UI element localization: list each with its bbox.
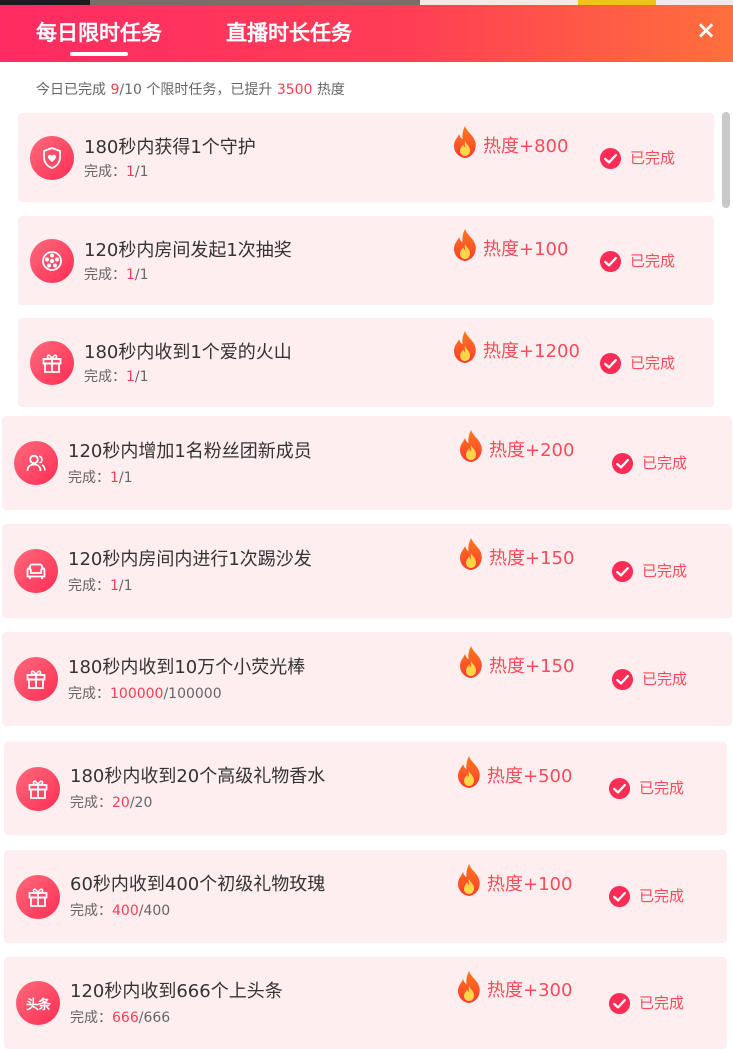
task-reward: 热度+500: [487, 766, 573, 787]
task-reward: 热度+800: [483, 136, 569, 157]
task-status: 已完成: [639, 994, 685, 1012]
progress-current: 400: [112, 903, 139, 919]
progress-total: /1: [118, 578, 133, 594]
flame-icon: [454, 863, 484, 897]
task-reward: 热度+100: [487, 874, 573, 895]
gift-icon: [30, 341, 74, 385]
task-title: 120秒内收到666个上头条: [70, 981, 283, 1002]
task-title: 120秒内房间发起1次抽奖: [84, 240, 292, 261]
task-status: 已完成: [642, 454, 688, 472]
check-circle-icon: [599, 250, 622, 273]
progress-current: 1: [126, 164, 135, 180]
task-title: 180秒内收到1个爱的火山: [84, 342, 292, 363]
task-status: 已完成: [639, 779, 685, 797]
progress-total: /100000: [163, 686, 222, 702]
progress-current: 1: [110, 470, 119, 486]
task-status: 已完成: [642, 562, 688, 580]
progress-current: 1: [126, 369, 135, 385]
progress-current: 1: [110, 578, 119, 594]
progress-current: 20: [112, 795, 130, 811]
flame-icon: [456, 537, 486, 571]
headline-icon: 头条: [16, 981, 60, 1025]
task-progress: 完成：400/400: [70, 903, 171, 919]
sofa-icon: [14, 549, 58, 593]
task-status: 已完成: [630, 149, 676, 167]
progress-total: /1: [134, 369, 149, 385]
task-title: 120秒内房间内进行1次踢沙发: [68, 549, 312, 570]
close-icon[interactable]: ×: [693, 17, 719, 43]
check-circle-icon: [611, 452, 634, 475]
check-circle-icon: [599, 352, 622, 375]
check-circle-icon: [611, 668, 634, 691]
task-reward: 热度+300: [487, 980, 573, 1001]
task-status: 已完成: [630, 252, 676, 270]
flame-icon: [450, 125, 480, 159]
check-circle-icon: [608, 992, 631, 1015]
task-card[interactable]: 60秒内收到400个初级礼物玫瑰完成：400/400 热度+100 已完成: [4, 850, 727, 943]
task-card[interactable]: 180秒内收到10万个小荧光棒完成：100000/100000 热度+150 已完成: [2, 632, 732, 726]
flame-icon: [450, 330, 480, 364]
lottery-wheel-icon: [30, 239, 74, 283]
shield-heart-icon: [30, 136, 74, 180]
progress-current: 666: [112, 1010, 139, 1026]
task-reward: 热度+1200: [483, 341, 580, 362]
task-title: 180秒内获得1个守护: [84, 137, 256, 158]
task-panel-header: 每日限时任务 直播时长任务 ×: [0, 5, 733, 62]
progress-total: /400: [138, 903, 171, 919]
progress-current: 100000: [110, 686, 164, 702]
task-reward: 热度+200: [489, 440, 575, 461]
task-progress: 完成：666/666: [70, 1010, 171, 1026]
scrollbar-thumb[interactable]: [722, 112, 730, 208]
task-progress: 完成：1/1: [84, 369, 149, 385]
task-card[interactable]: 120秒内房间发起1次抽奖完成：1/1 热度+100 已完成: [18, 216, 714, 305]
heat-points-total: 3500: [276, 82, 313, 98]
active-tab-indicator: [70, 52, 128, 56]
flame-icon: [454, 970, 484, 1004]
task-card[interactable]: 头条 120秒内收到666个上头条完成：666/666 热度+300 已完成: [4, 957, 727, 1049]
completion-summary: 今日已完成 9/10 个限时任务，已提升 3500 热度: [36, 82, 345, 98]
gift-icon: [14, 657, 58, 701]
task-progress: 完成：20/20: [70, 795, 153, 811]
flame-icon: [450, 228, 480, 262]
gift-icon: [16, 767, 60, 811]
flame-icon: [456, 645, 486, 679]
task-status: 已完成: [639, 887, 685, 905]
progress-total: /1: [134, 267, 149, 283]
tab-live-duration-tasks[interactable]: 直播时长任务: [226, 5, 352, 62]
progress-total: /20: [129, 795, 153, 811]
progress-current: 1: [126, 267, 135, 283]
gift-icon: [16, 875, 60, 919]
task-progress: 完成：1/1: [84, 164, 149, 180]
task-status: 已完成: [642, 670, 688, 688]
task-reward: 热度+150: [489, 656, 575, 677]
task-card[interactable]: 120秒内房间内进行1次踢沙发完成：1/1 热度+150 已完成: [2, 524, 732, 618]
task-reward: 热度+150: [489, 548, 575, 569]
progress-total: /666: [138, 1010, 171, 1026]
flame-icon: [454, 755, 484, 789]
task-reward: 热度+100: [483, 239, 569, 260]
progress-total: /1: [134, 164, 149, 180]
task-card[interactable]: 120秒内增加1名粉丝团新成员完成：1/1 热度+200 已完成: [2, 416, 732, 510]
task-progress: 完成：100000/100000: [68, 686, 222, 702]
task-title: 60秒内收到400个初级礼物玫瑰: [70, 874, 326, 895]
check-circle-icon: [608, 885, 631, 908]
check-circle-icon: [599, 147, 622, 170]
task-title: 180秒内收到20个高级礼物香水: [70, 766, 326, 787]
check-circle-icon: [611, 560, 634, 583]
task-card[interactable]: 180秒内获得1个守护完成：1/1 热度+800 已完成: [18, 113, 714, 202]
fans-group-icon: [14, 441, 58, 485]
task-status: 已完成: [630, 354, 676, 372]
task-title: 120秒内增加1名粉丝团新成员: [68, 441, 312, 462]
task-title: 180秒内收到10万个小荧光棒: [68, 657, 306, 678]
check-circle-icon: [608, 777, 631, 800]
task-card[interactable]: 180秒内收到20个高级礼物香水完成：20/20 热度+500 已完成: [4, 742, 727, 835]
task-progress: 完成：1/1: [68, 578, 133, 594]
progress-total: /1: [118, 470, 133, 486]
task-progress: 完成：1/1: [68, 470, 133, 486]
task-card[interactable]: 180秒内收到1个爱的火山完成：1/1 热度+1200 已完成: [18, 318, 714, 407]
task-progress: 完成：1/1: [84, 267, 149, 283]
flame-icon: [456, 429, 486, 463]
